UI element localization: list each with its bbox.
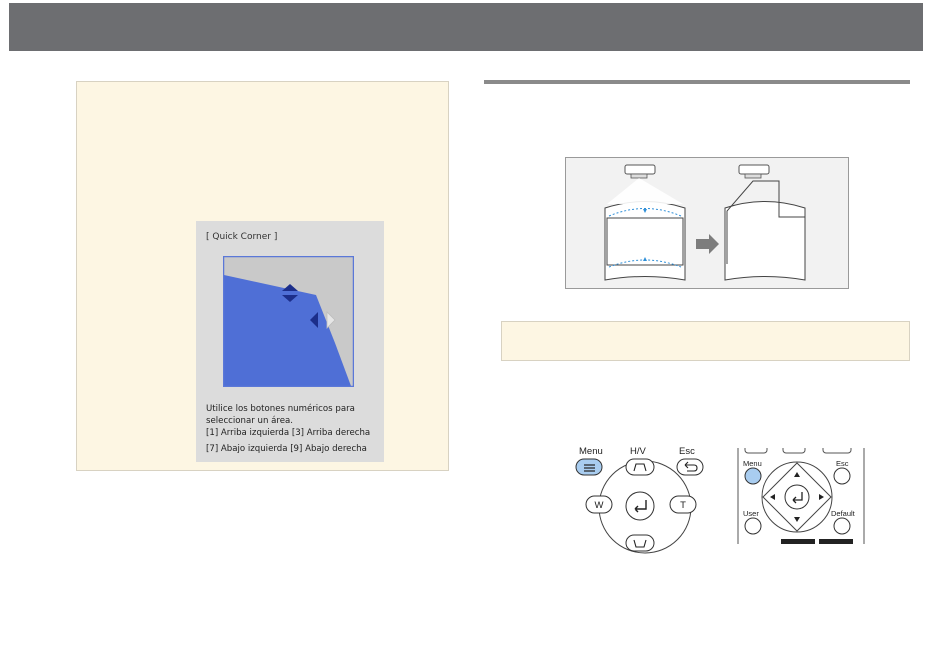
user-label: User: [743, 509, 759, 518]
esc-button[interactable]: [676, 458, 704, 476]
tele-button[interactable]: T: [669, 495, 697, 514]
remote-control-buttons: Menu H/V Esc W T: [575, 446, 704, 554]
enter-button[interactable]: [784, 484, 810, 510]
keystone-hv-button[interactable]: [625, 458, 655, 476]
svg-text:T: T: [680, 500, 686, 511]
esc-label: Esc: [836, 459, 849, 468]
tip-box: [501, 321, 910, 361]
menu-button[interactable]: [575, 458, 603, 476]
section-rule: [484, 80, 910, 84]
hv-label: H/V: [630, 446, 647, 457]
esc-button[interactable]: [833, 467, 851, 485]
header-bar: [9, 3, 923, 51]
default-label: Default: [831, 509, 856, 518]
quick-corner-instructions: Utilice los botones numéricos para selec…: [206, 404, 371, 454]
wide-button[interactable]: W: [585, 495, 613, 514]
menu-label: Menu: [743, 459, 762, 468]
enter-button[interactable]: [625, 491, 655, 521]
arrow-right-icon[interactable]: [819, 494, 824, 500]
menu-button[interactable]: [744, 467, 762, 485]
keystone-down-button[interactable]: [625, 534, 655, 552]
quick-corner-title: [ Quick Corner ]: [206, 232, 278, 242]
quick-corner-screen: [223, 256, 354, 387]
menu-label: Menu: [579, 446, 603, 457]
arrow-down-icon[interactable]: [794, 517, 800, 522]
default-button[interactable]: [833, 517, 851, 535]
arrow-left-icon[interactable]: [770, 494, 775, 500]
arrow-up-icon[interactable]: [794, 472, 800, 477]
esc-label: Esc: [679, 446, 695, 457]
user-button[interactable]: [744, 517, 762, 535]
keystone-correction-diagram: [565, 157, 849, 289]
quick-corner-panel: [ Quick Corner ] Utilice los botones num…: [196, 221, 384, 462]
svg-text:W: W: [595, 500, 604, 511]
projector-remote: Menu Esc User Default: [737, 448, 865, 544]
